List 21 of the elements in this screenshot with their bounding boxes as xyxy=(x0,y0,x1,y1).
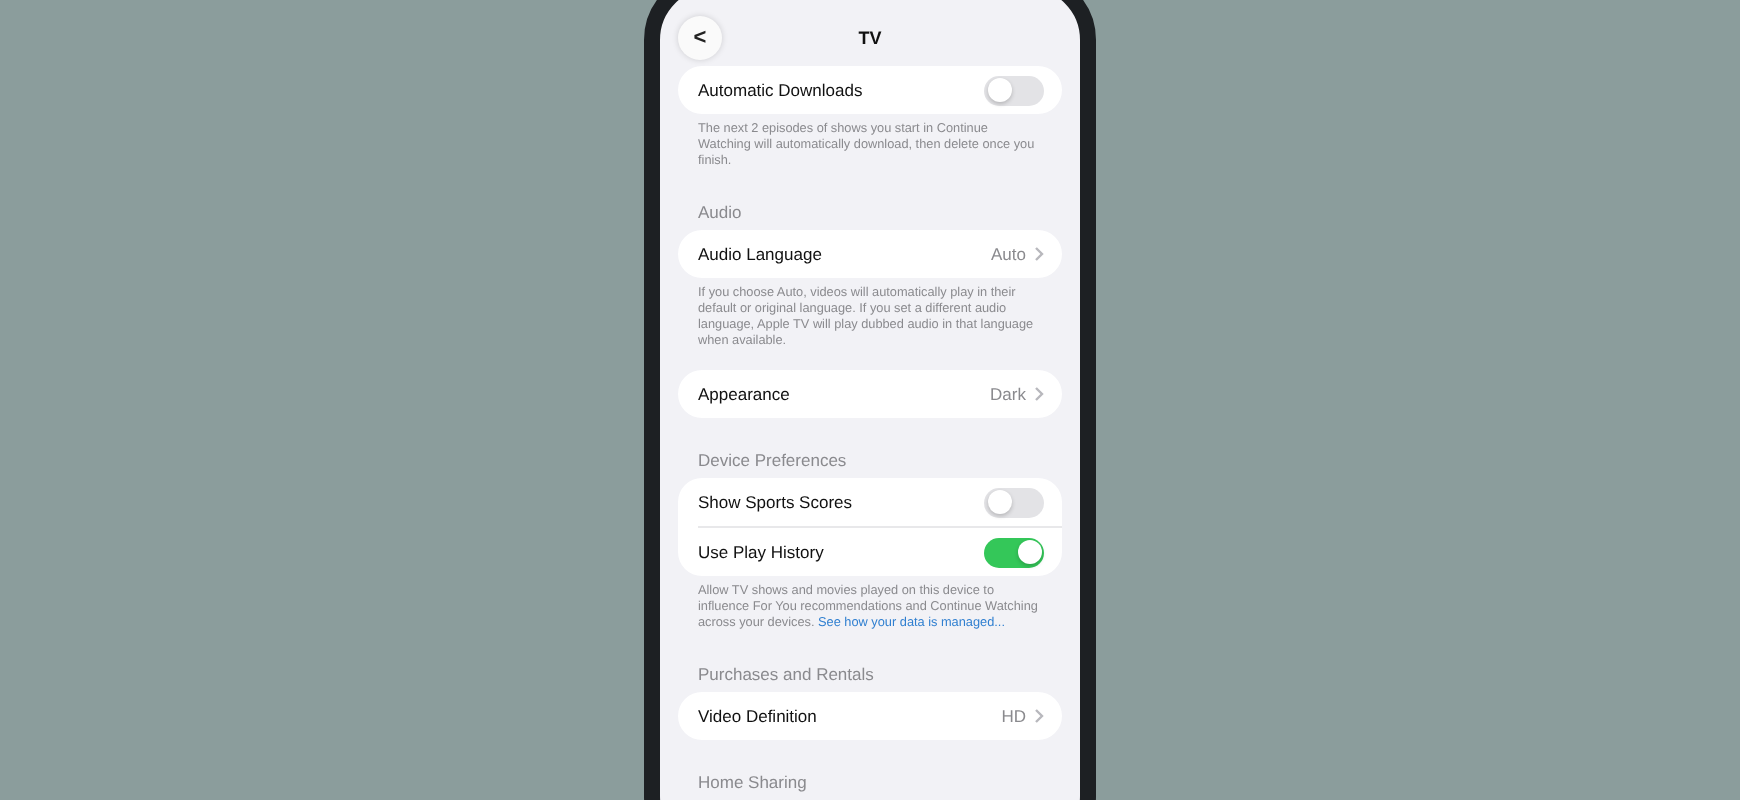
row-value: Dark xyxy=(990,384,1026,404)
chevron-icon xyxy=(1034,708,1044,724)
section-header: Audio xyxy=(696,200,744,226)
section-header: Home Sharing xyxy=(696,770,809,796)
section-header: Purchases and Rentals xyxy=(696,662,876,688)
toggle-switch[interactable] xyxy=(984,537,1044,567)
chevron-icon xyxy=(1034,246,1044,262)
row-label: Audio Language xyxy=(698,244,824,264)
row-label: Automatic Downloads xyxy=(698,80,865,100)
section-header: Device Preferences xyxy=(696,448,849,474)
row-value: Auto xyxy=(991,244,1026,264)
row-label: Appearance xyxy=(698,384,792,404)
row-label: Video Definition xyxy=(698,706,819,726)
row-label: Use Play History xyxy=(698,542,826,562)
row-label: Show Sports Scores xyxy=(698,492,855,512)
row-value: HD xyxy=(1001,706,1026,726)
chevron-icon xyxy=(1034,386,1044,402)
page-title: TV xyxy=(858,28,882,48)
back-button[interactable]: < xyxy=(678,16,722,60)
toggle-switch[interactable] xyxy=(984,75,1044,105)
toggle-switch[interactable] xyxy=(984,487,1044,517)
